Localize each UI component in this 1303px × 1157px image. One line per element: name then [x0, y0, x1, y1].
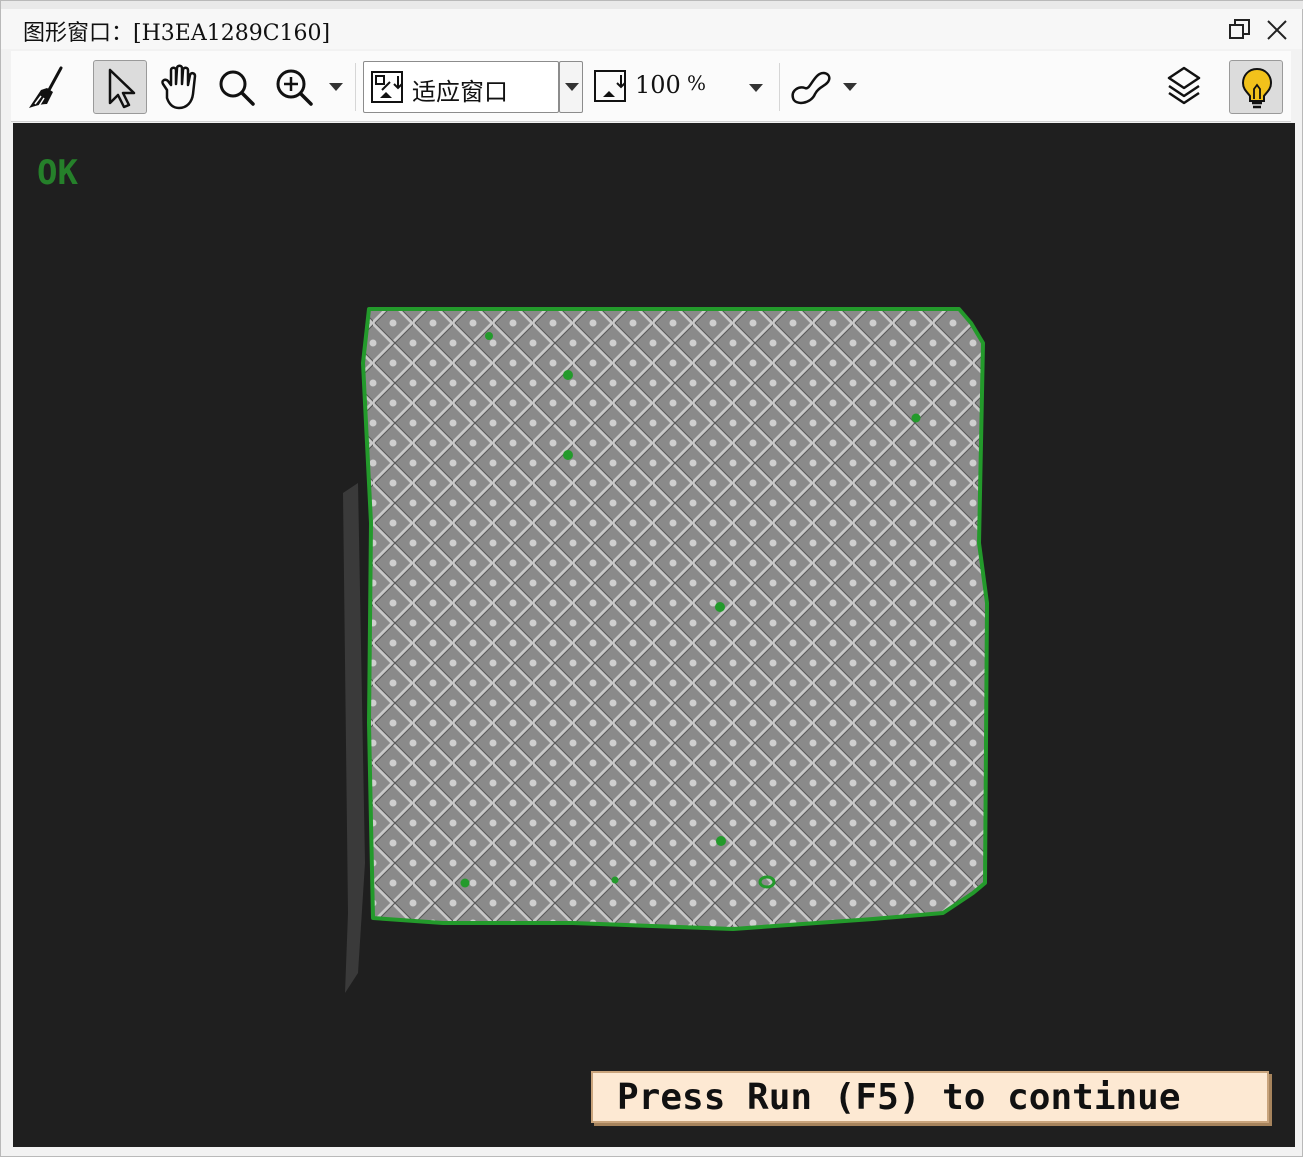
fit-window-icon: [371, 71, 403, 103]
window-top-edge: [1, 1, 1303, 9]
defect-marker: [563, 450, 573, 460]
magnifier-icon: [219, 70, 255, 106]
broom-icon: [29, 66, 63, 108]
defect-marker: [611, 876, 619, 884]
layers-icon: [1167, 66, 1201, 105]
select-tool-button[interactable]: [93, 60, 147, 114]
inspection-result: OK: [37, 153, 78, 193]
close-icon: [1267, 20, 1287, 40]
toolbar-separator: [779, 63, 780, 111]
zoom-unit: %: [687, 71, 707, 95]
pointer-icon: [108, 68, 136, 109]
close-button[interactable]: [1262, 15, 1292, 45]
toolbar: 适应窗口 100 %: [11, 51, 1291, 122]
caret-down-icon: [329, 83, 343, 91]
defect-marker: [485, 332, 493, 340]
defect-marker: [911, 413, 921, 423]
region-menu-dropdown[interactable]: [841, 79, 859, 93]
sample-shadow: [343, 483, 365, 993]
restore-button[interactable]: [1225, 15, 1255, 45]
graphics-window: 图形窗口：[H3EA1289C160] 适应窗口 100 % OK Press …: [0, 0, 1303, 1157]
title-bar: 图形窗口：[H3EA1289C160]: [1, 9, 1302, 49]
lightbulb-icon: [1241, 67, 1273, 109]
hand-icon: [161, 64, 197, 110]
fit-mode-label: 适应窗口: [412, 78, 508, 106]
zoom-in-button[interactable]: [267, 60, 321, 114]
toolbar-separator: [355, 63, 356, 111]
draw-region-button[interactable]: [785, 60, 839, 114]
freeform-region-icon: [791, 71, 831, 105]
zoom-menu-dropdown[interactable]: [327, 79, 345, 93]
zoom-frame-icon: [594, 70, 626, 102]
continue-hint-text: Press Run (F5) to continue: [617, 1077, 1181, 1118]
inspection-image: [343, 307, 989, 993]
fit-mode-dropdown[interactable]: [559, 61, 583, 113]
waffle-sample: [363, 309, 987, 929]
defect-marker: [715, 602, 725, 612]
caret-down-icon: [565, 83, 579, 91]
continue-hint-banner: Press Run (F5) to continue: [591, 1071, 1269, 1123]
zoom-level-select[interactable]: 100 %: [591, 61, 771, 113]
defect-marker: [460, 878, 470, 888]
restore-icon: [1229, 19, 1250, 39]
window-title: 图形窗口：[H3EA1289C160]: [23, 21, 331, 46]
zoom-value: 100: [635, 71, 681, 99]
image-canvas[interactable]: OK Press Run (F5) to continue: [13, 123, 1295, 1147]
layers-button[interactable]: [1157, 60, 1211, 114]
caret-down-icon: [843, 83, 857, 91]
caret-down-icon: [749, 84, 763, 92]
zoom-in-icon: [276, 69, 313, 106]
defect-marker: [716, 836, 726, 846]
defect-marker: [563, 370, 573, 380]
pan-tool-button[interactable]: [151, 60, 205, 114]
fit-mode-select[interactable]: 适应窗口: [363, 61, 559, 113]
zoom-tool-button[interactable]: [209, 60, 263, 114]
highlight-toggle-button[interactable]: [1229, 60, 1283, 114]
clear-button[interactable]: [21, 60, 75, 114]
